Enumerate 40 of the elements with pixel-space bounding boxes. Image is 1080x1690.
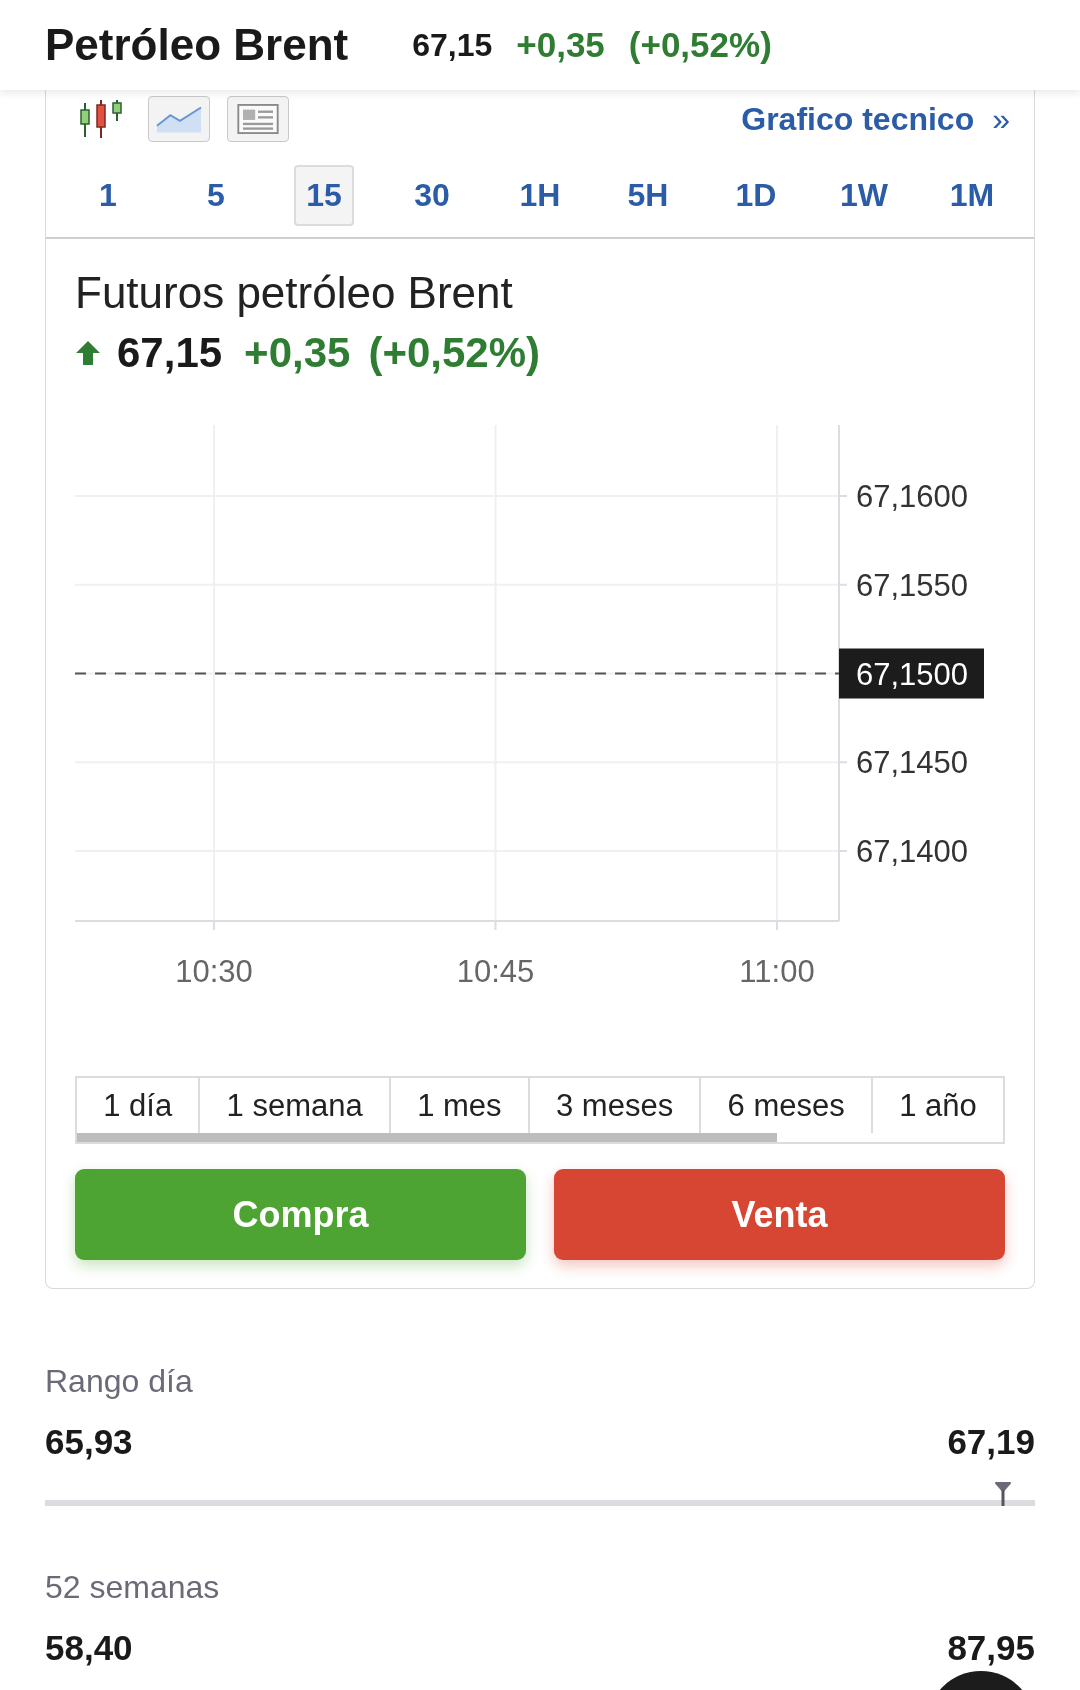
- price-change: +0,35: [516, 25, 605, 65]
- interval-tab[interactable]: 1D: [726, 165, 786, 226]
- range-high-value: 87,95: [947, 1628, 1035, 1668]
- instrument-title: Petróleo Brent: [45, 20, 349, 70]
- interval-tab[interactable]: 1W: [834, 165, 894, 226]
- interval-tab[interactable]: 30: [402, 165, 462, 226]
- quote-percent-change: (+0,52%): [368, 329, 540, 377]
- quote-change: +0,35: [244, 329, 351, 377]
- quote-price: 67,15: [117, 329, 223, 377]
- y-tick-label: 67,1450: [856, 745, 969, 781]
- range-low-value: 58,40: [45, 1628, 133, 1668]
- range-low-value: 65,93: [45, 1422, 133, 1462]
- news-button[interactable]: [227, 96, 289, 142]
- x-tick-label: 10:45: [456, 954, 535, 987]
- newspaper-icon: [235, 104, 281, 134]
- x-tick-label: 10:30: [175, 954, 253, 987]
- interval-tab[interactable]: 1M: [942, 165, 1002, 226]
- arrow-up-icon: [75, 340, 101, 366]
- range-label: Rango día: [45, 1362, 194, 1401]
- interval-tab[interactable]: 15: [294, 165, 354, 226]
- last-price: 67,15: [412, 26, 493, 64]
- interval-tab[interactable]: 5H: [618, 165, 678, 226]
- scrollbar-thumb[interactable]: [77, 1133, 778, 1142]
- sell-button[interactable]: Venta: [554, 1169, 1005, 1260]
- area-chart-icon: [156, 104, 202, 134]
- interval-tab[interactable]: 1H: [510, 165, 570, 226]
- chart-title: Futuros petróleo Brent: [75, 269, 514, 317]
- technical-chart-link[interactable]: Grafico tecnico »: [741, 100, 1010, 138]
- price-tag: 67,1500: [839, 648, 984, 699]
- interval-tab[interactable]: 5: [186, 165, 246, 226]
- candlestick-icon[interactable]: [78, 99, 124, 139]
- area-chart-button[interactable]: [148, 96, 210, 142]
- y-tick-label: 67,1400: [856, 834, 969, 869]
- y-tick-label: 67,1600: [856, 479, 969, 514]
- y-tick-label: 67,1550: [856, 567, 969, 603]
- range-label: 52 semanas: [45, 1568, 221, 1607]
- percent-change: (+0,52%): [628, 25, 772, 65]
- range-high-value: 67,19: [947, 1422, 1035, 1462]
- x-tick-label: 11:00: [739, 954, 815, 987]
- interval-tab[interactable]: 1: [78, 165, 138, 226]
